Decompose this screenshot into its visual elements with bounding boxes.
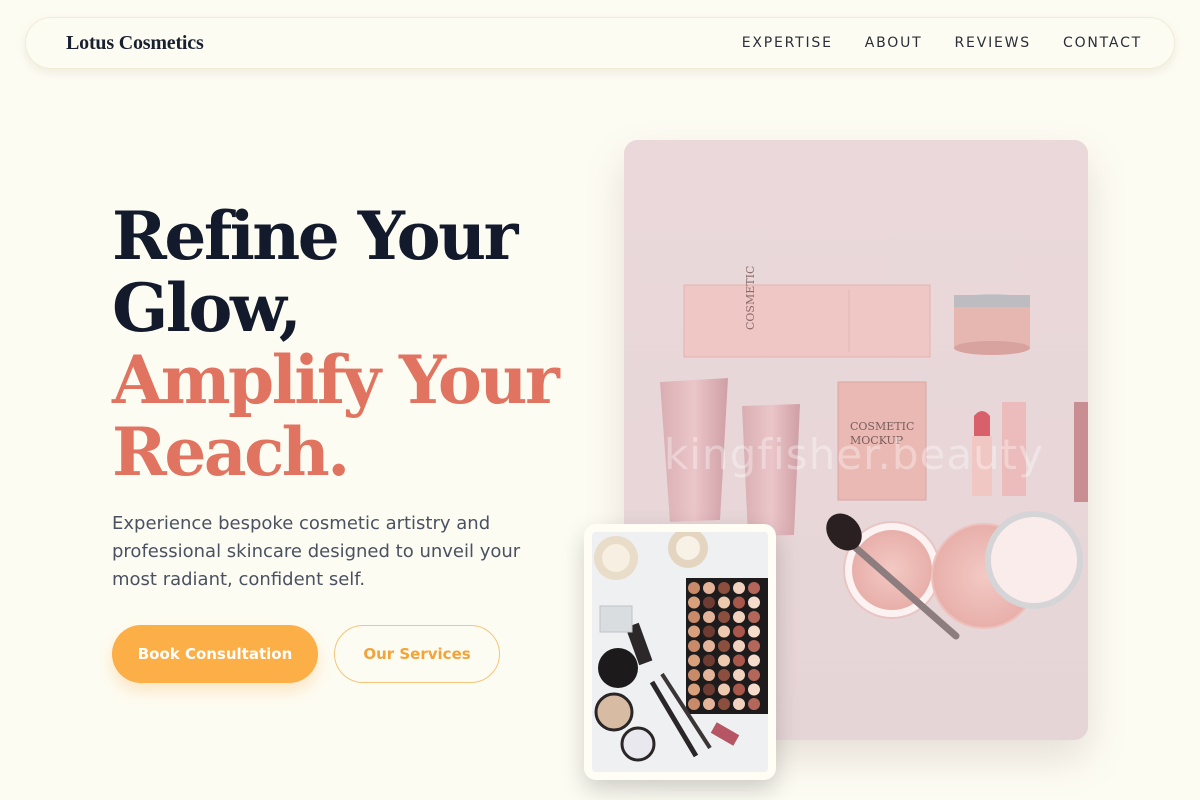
makeup-palette-image — [592, 532, 768, 772]
main-nav: EXPERTISE ABOUT REVIEWS CONTACT — [742, 35, 1142, 51]
headline-line-1: Refine Your — [112, 197, 518, 275]
headline-line-3: Amplify Your — [112, 341, 560, 419]
headline-line-4: Reach. — [112, 413, 350, 491]
hero-description: Experience bespoke cosmetic artistry and… — [112, 513, 521, 590]
nav-reviews[interactable]: REVIEWS — [955, 35, 1031, 51]
site-header: Lotus Cosmetics EXPERTISE ABOUT REVIEWS … — [25, 17, 1175, 69]
hero-headline: Refine Your Glow, Amplify Your Reach. — [112, 197, 560, 491]
svg-text:COSMETIC: COSMETIC — [744, 266, 757, 330]
brand-logo[interactable]: Lotus Cosmetics — [66, 32, 204, 55]
our-services-button[interactable]: Our Services — [334, 625, 500, 683]
nav-about[interactable]: ABOUT — [865, 35, 923, 51]
thumbnail-card[interactable] — [584, 524, 776, 780]
image-watermark: kingfisher.beauty — [664, 430, 1045, 479]
landing-page: Lotus Cosmetics EXPERTISE ABOUT REVIEWS … — [0, 0, 1200, 800]
headline-line-2: Glow, — [112, 269, 302, 347]
book-consultation-button[interactable]: Book Consultation — [112, 625, 318, 683]
makeup-palette-illustration — [592, 532, 768, 772]
nav-contact[interactable]: CONTACT — [1063, 35, 1142, 51]
nav-expertise[interactable]: EXPERTISE — [742, 35, 833, 51]
